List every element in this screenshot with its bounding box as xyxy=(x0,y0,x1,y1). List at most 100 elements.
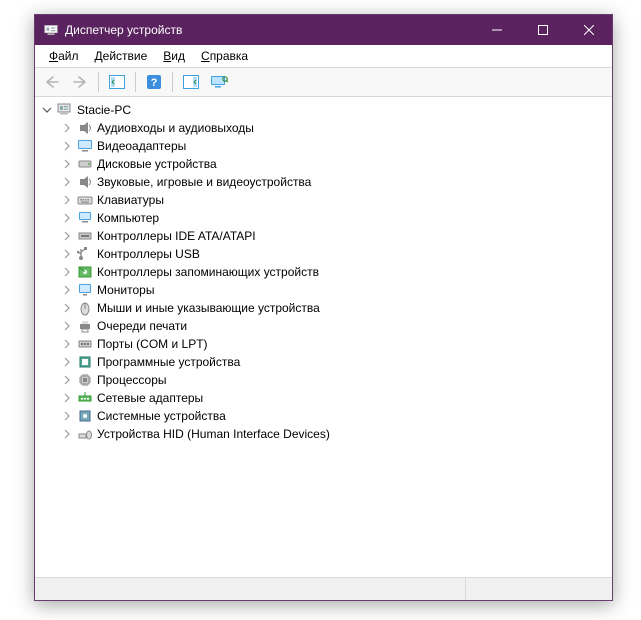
chevron-right-icon[interactable] xyxy=(61,159,73,169)
monitor-icon xyxy=(77,282,93,298)
chevron-right-icon[interactable] xyxy=(61,213,73,223)
tree-category[interactable]: Звуковые, игровые и видеоустройства xyxy=(41,173,612,191)
tree-category-label: Очереди печати xyxy=(97,317,187,335)
tree-category-label: Звуковые, игровые и видеоустройства xyxy=(97,173,311,191)
forward-button[interactable] xyxy=(67,70,93,94)
device-manager-window: Диспетчер устройств Файл Действие Вид Сп… xyxy=(34,14,613,601)
keyboard-icon xyxy=(77,192,93,208)
chevron-right-icon[interactable] xyxy=(61,249,73,259)
tree-root-label: Stacie-PC xyxy=(77,101,131,119)
chevron-right-icon[interactable] xyxy=(61,285,73,295)
chevron-right-icon[interactable] xyxy=(61,267,73,277)
tree-category[interactable]: Сетевые адаптеры xyxy=(41,389,612,407)
chevron-right-icon[interactable] xyxy=(61,177,73,187)
menu-help[interactable]: Справка xyxy=(193,47,256,65)
maximize-button[interactable] xyxy=(520,15,566,45)
computer-icon xyxy=(57,102,73,118)
help-button[interactable]: ? xyxy=(141,70,167,94)
chevron-down-icon[interactable] xyxy=(41,105,53,115)
tree-category[interactable]: Процессоры xyxy=(41,371,612,389)
network-icon xyxy=(77,390,93,406)
svg-text:?: ? xyxy=(151,77,158,89)
tree-category[interactable]: Видеоадаптеры xyxy=(41,137,612,155)
chevron-right-icon[interactable] xyxy=(61,195,73,205)
toolbar-separator xyxy=(135,72,136,92)
close-button[interactable] xyxy=(566,15,612,45)
tree-category[interactable]: Аудиовходы и аудиовыходы xyxy=(41,119,612,137)
tree-category[interactable]: Мониторы xyxy=(41,281,612,299)
tree-category-label: Клавиатуры xyxy=(97,191,164,209)
ide-icon xyxy=(77,228,93,244)
tree-category-label: Контроллеры IDE ATA/ATAPI xyxy=(97,227,256,245)
status-cell xyxy=(35,578,466,600)
chevron-right-icon[interactable] xyxy=(61,411,73,421)
system-icon xyxy=(77,408,93,424)
hid-icon xyxy=(77,426,93,442)
chevron-right-icon[interactable] xyxy=(61,375,73,385)
tree-category-label: Контроллеры запоминающих устройств xyxy=(97,263,319,281)
tree-category[interactable]: Дисковые устройства xyxy=(41,155,612,173)
chevron-right-icon[interactable] xyxy=(61,303,73,313)
tree-category-label: Мыши и иные указывающие устройства xyxy=(97,299,320,317)
menu-action[interactable]: Действие xyxy=(87,47,156,65)
menubar: Файл Действие Вид Справка xyxy=(35,45,612,68)
tree-category[interactable]: Контроллеры запоминающих устройств xyxy=(41,263,612,281)
port-icon xyxy=(77,336,93,352)
tree-category[interactable]: Порты (COM и LPT) xyxy=(41,335,612,353)
tree-category-label: Сетевые адаптеры xyxy=(97,389,203,407)
printer-icon xyxy=(77,318,93,334)
device-tree[interactable]: Stacie-PC Аудиовходы и аудиовыходыВидеоа… xyxy=(35,97,612,577)
tree-category[interactable]: Мыши и иные указывающие устройства xyxy=(41,299,612,317)
tree-category-label: Контроллеры USB xyxy=(97,245,200,263)
chevron-right-icon[interactable] xyxy=(61,339,73,349)
chevron-right-icon[interactable] xyxy=(61,123,73,133)
audio-icon xyxy=(77,174,93,190)
usb-icon xyxy=(77,246,93,262)
tree-category[interactable]: Системные устройства xyxy=(41,407,612,425)
tree-category-label: Компьютер xyxy=(97,209,159,227)
software-icon xyxy=(77,354,93,370)
chevron-right-icon[interactable] xyxy=(61,141,73,151)
tree-category-label: Мониторы xyxy=(97,281,154,299)
chevron-right-icon[interactable] xyxy=(61,393,73,403)
tree-category[interactable]: Клавиатуры xyxy=(41,191,612,209)
statusbar xyxy=(35,577,612,600)
app-icon xyxy=(43,22,59,38)
back-button[interactable] xyxy=(39,70,65,94)
tree-category[interactable]: Контроллеры USB xyxy=(41,245,612,263)
tree-category-label: Порты (COM и LPT) xyxy=(97,335,208,353)
tree-category[interactable]: Компьютер xyxy=(41,209,612,227)
display-devices-button[interactable] xyxy=(206,70,232,94)
tree-category[interactable]: Программные устройства xyxy=(41,353,612,371)
mouse-icon xyxy=(77,300,93,316)
chevron-right-icon[interactable] xyxy=(61,357,73,367)
cpu-icon xyxy=(77,372,93,388)
tree-root[interactable]: Stacie-PC xyxy=(41,101,612,119)
chevron-right-icon[interactable] xyxy=(61,321,73,331)
status-cell xyxy=(466,578,612,600)
tree-category[interactable]: Очереди печати xyxy=(41,317,612,335)
toolbar: ? xyxy=(35,68,612,97)
tree-category-label: Аудиовходы и аудиовыходы xyxy=(97,119,254,137)
tree-category-label: Видеоадаптеры xyxy=(97,137,186,155)
tree-category[interactable]: Устройства HID (Human Interface Devices) xyxy=(41,425,612,443)
menu-file[interactable]: Файл xyxy=(41,47,87,65)
display-icon xyxy=(77,138,93,154)
scan-hardware-button[interactable] xyxy=(178,70,204,94)
toolbar-separator xyxy=(172,72,173,92)
titlebar: Диспетчер устройств xyxy=(35,15,612,45)
tree-category-label: Устройства HID (Human Interface Devices) xyxy=(97,425,330,443)
storage-icon xyxy=(77,264,93,280)
toolbar-separator xyxy=(98,72,99,92)
tree-category-label: Программные устройства xyxy=(97,353,240,371)
tree-category[interactable]: Контроллеры IDE ATA/ATAPI xyxy=(41,227,612,245)
tree-category-label: Системные устройства xyxy=(97,407,226,425)
show-hide-tree-button[interactable] xyxy=(104,70,130,94)
chevron-right-icon[interactable] xyxy=(61,231,73,241)
chevron-right-icon[interactable] xyxy=(61,429,73,439)
menu-view[interactable]: Вид xyxy=(155,47,193,65)
minimize-button[interactable] xyxy=(474,15,520,45)
audio-icon xyxy=(77,120,93,136)
disk-icon xyxy=(77,156,93,172)
computer-icon xyxy=(77,210,93,226)
